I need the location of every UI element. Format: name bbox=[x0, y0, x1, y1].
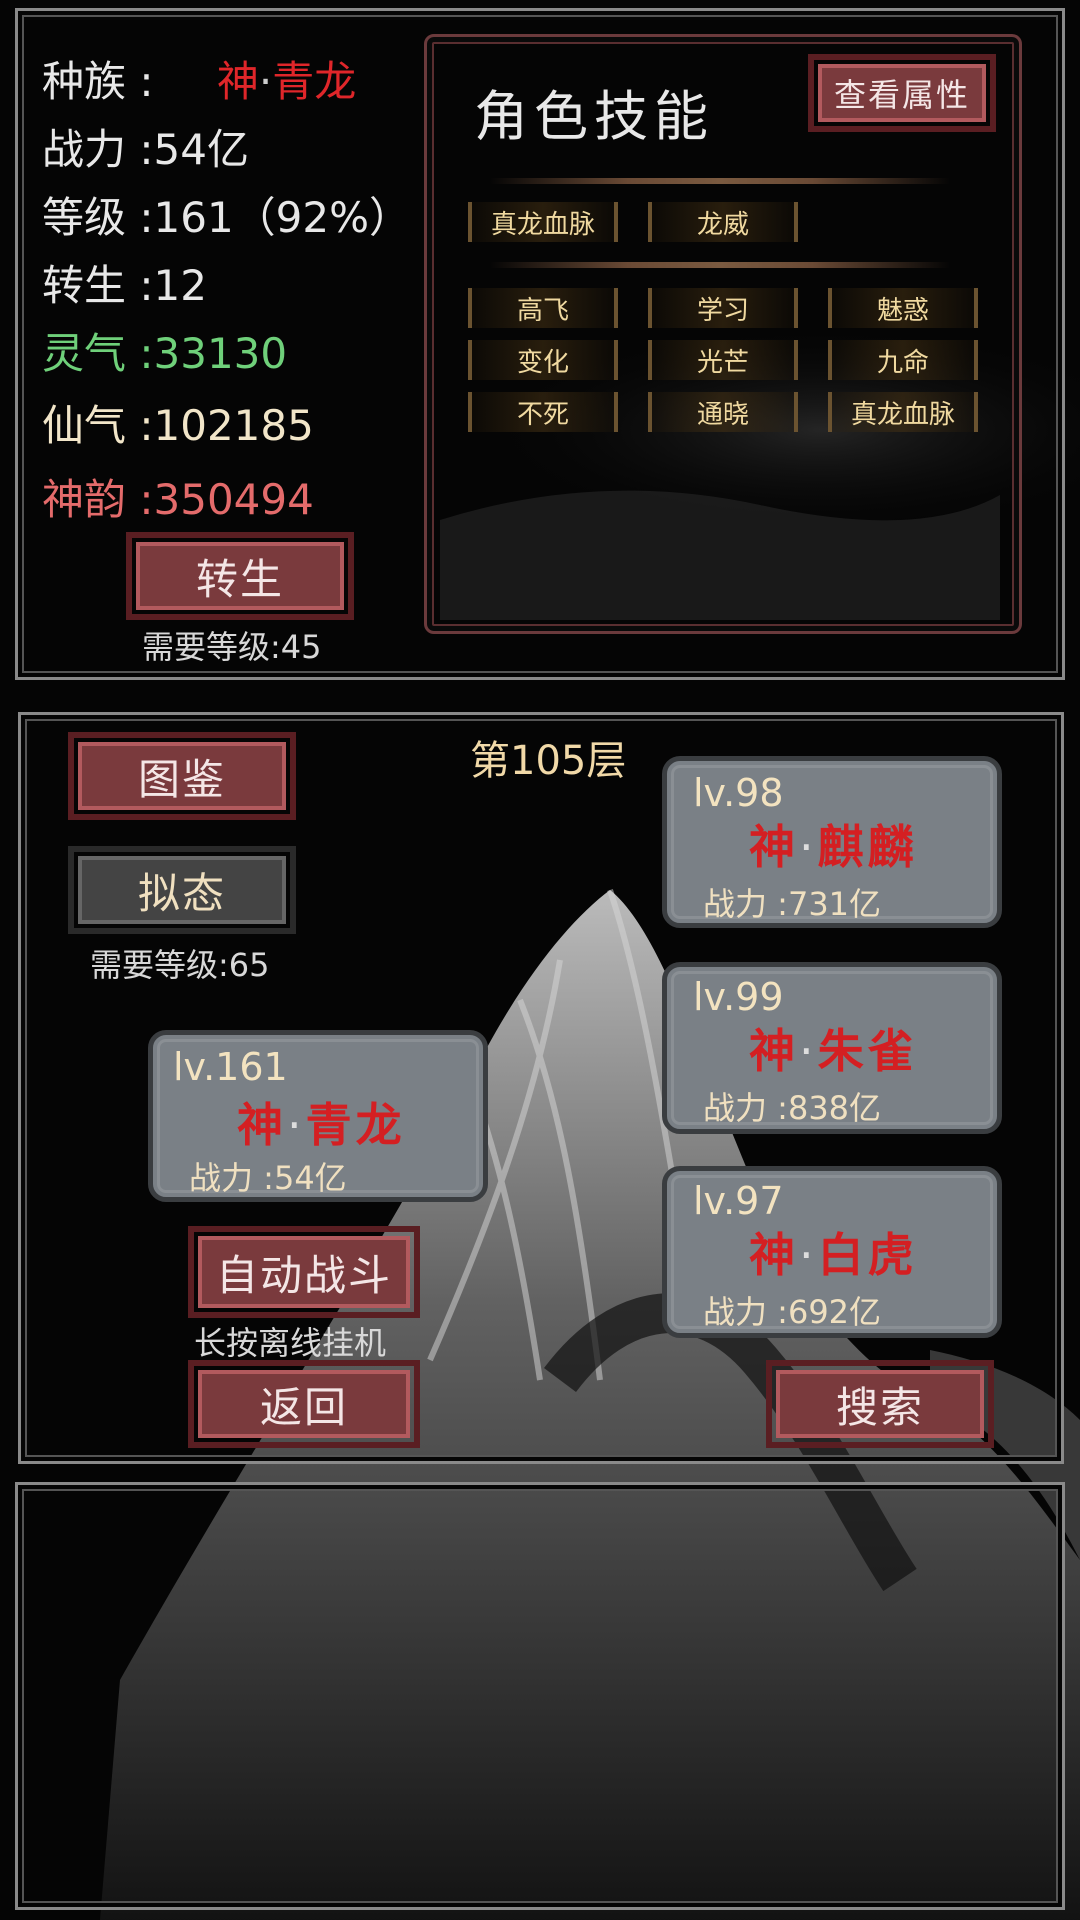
back-button-label: 返回 bbox=[259, 1382, 348, 1432]
search-button-label: 搜索 bbox=[835, 1382, 924, 1432]
enemy-level: lv.97 bbox=[693, 1179, 784, 1223]
skill-label: 高飞 bbox=[516, 295, 569, 326]
mimic-button-label: 拟态 bbox=[137, 868, 226, 918]
player-name-text: 青龙 bbox=[305, 1098, 406, 1152]
shenyun-value: 350494 bbox=[153, 475, 314, 524]
skill-label: 魅惑 bbox=[876, 295, 929, 326]
lingqi-label: 灵气 : bbox=[42, 329, 154, 378]
player-name: 神·青龙 bbox=[237, 1089, 406, 1155]
xianqi-value: 102185 bbox=[153, 401, 314, 450]
xianqi-row: 仙气 :102185 bbox=[42, 392, 314, 453]
race-name: 青龙 bbox=[272, 57, 357, 106]
level-value: 161（92%） bbox=[153, 193, 412, 242]
skills-divider-mid bbox=[490, 262, 950, 268]
enemy-name-dot: · bbox=[799, 820, 818, 874]
level-label: 等级 : bbox=[42, 193, 154, 242]
rebirth-value: 12 bbox=[153, 261, 207, 310]
race-row: 种族 : 神·青龙 bbox=[42, 48, 356, 109]
skill-chip[interactable]: 高飞 bbox=[468, 288, 618, 328]
enemy-name: 神·麒麟 bbox=[749, 811, 918, 877]
player-name-dot: · bbox=[287, 1098, 306, 1152]
rebirth-label: 转生 : bbox=[42, 261, 154, 310]
lingqi-value: 33130 bbox=[153, 329, 288, 378]
player-power: 战力 :54亿 bbox=[189, 1159, 347, 1197]
enemy-power: 战力 :838亿 bbox=[703, 1089, 882, 1127]
skills-title: 角色技能 bbox=[474, 85, 714, 148]
power-value: 54亿 bbox=[153, 125, 249, 174]
race-label: 种族 : bbox=[42, 57, 154, 106]
shenyun-row: 神韵 :350494 bbox=[42, 466, 314, 527]
enemy-name-prefix: 神 bbox=[749, 1228, 799, 1282]
rebirth-requirement: 需要等级:45 bbox=[142, 628, 322, 666]
rebirth-button-label: 转生 bbox=[195, 554, 284, 604]
enemy-level: lv.99 bbox=[693, 975, 784, 1019]
skills-divider-top bbox=[490, 178, 950, 184]
skill-label: 学习 bbox=[696, 295, 749, 326]
race-prefix: 神 bbox=[216, 57, 259, 106]
mimic-button[interactable]: 拟态 bbox=[68, 846, 296, 934]
power-row: 战力 :54亿 bbox=[42, 116, 249, 177]
skill-chip[interactable]: 真龙血脉 bbox=[828, 392, 978, 432]
skill-label: 真龙血脉 bbox=[850, 399, 955, 430]
auto-battle-hint: 长按离线挂机 bbox=[194, 1324, 387, 1362]
skill-label: 真龙血脉 bbox=[490, 209, 595, 240]
skill-chip[interactable]: 魅惑 bbox=[828, 288, 978, 328]
skill-label: 变化 bbox=[516, 347, 569, 378]
auto-battle-button[interactable]: 自动战斗 bbox=[188, 1226, 420, 1318]
race-dot: · bbox=[258, 57, 273, 106]
enemy-name: 神·白虎 bbox=[749, 1219, 918, 1285]
catalog-button-label: 图鉴 bbox=[137, 754, 226, 804]
enemy-name-text: 白虎 bbox=[817, 1228, 918, 1282]
view-attributes-label: 查看属性 bbox=[833, 76, 970, 114]
power-label: 战力 : bbox=[42, 125, 154, 174]
skill-label: 不死 bbox=[516, 399, 569, 430]
player-level: lv.161 bbox=[173, 1045, 288, 1089]
enemy-name-dot: · bbox=[799, 1228, 818, 1282]
search-button[interactable]: 搜索 bbox=[766, 1360, 994, 1448]
mimic-requirement: 需要等级:65 bbox=[90, 946, 270, 984]
skill-chip[interactable]: 光芒 bbox=[648, 340, 798, 380]
enemy-power: 战力 :692亿 bbox=[703, 1293, 882, 1331]
player-name-prefix: 神 bbox=[237, 1098, 287, 1152]
skill-chip[interactable]: 变化 bbox=[468, 340, 618, 380]
shenyun-label: 神韵 : bbox=[42, 475, 154, 524]
skill-chip[interactable]: 学习 bbox=[648, 288, 798, 328]
floor-label: 第105层 bbox=[470, 738, 627, 784]
rebirth-button[interactable]: 转生 bbox=[126, 532, 354, 620]
skill-chip[interactable]: 龙威 bbox=[648, 202, 798, 242]
enemy-card[interactable]: lv.97 神·白虎 战力 :692亿 bbox=[662, 1166, 1002, 1338]
rebirth-row: 转生 :12 bbox=[42, 252, 207, 313]
skill-chip[interactable]: 九命 bbox=[828, 340, 978, 380]
xianqi-label: 仙气 : bbox=[42, 401, 154, 450]
skill-label: 通晓 bbox=[696, 399, 749, 430]
enemy-name-text: 麒麟 bbox=[817, 820, 918, 874]
lingqi-row: 灵气 :33130 bbox=[42, 320, 287, 381]
enemy-name-prefix: 神 bbox=[749, 1024, 799, 1078]
back-button[interactable]: 返回 bbox=[188, 1360, 420, 1448]
player-card[interactable]: lv.161 神·青龙 战力 :54亿 bbox=[148, 1030, 488, 1202]
catalog-button[interactable]: 图鉴 bbox=[68, 732, 296, 820]
enemy-level: lv.98 bbox=[693, 771, 784, 815]
level-row: 等级 :161（92%） bbox=[42, 184, 411, 245]
enemy-name-dot: · bbox=[799, 1024, 818, 1078]
view-attributes-button[interactable]: 查看属性 bbox=[808, 54, 996, 132]
auto-battle-label: 自动战斗 bbox=[215, 1250, 392, 1300]
enemy-name-text: 朱雀 bbox=[817, 1024, 918, 1078]
enemy-card[interactable]: lv.98 神·麒麟 战力 :731亿 bbox=[662, 756, 1002, 928]
skill-label: 光芒 bbox=[696, 347, 749, 378]
enemy-card[interactable]: lv.99 神·朱雀 战力 :838亿 bbox=[662, 962, 1002, 1134]
skill-chip[interactable]: 通晓 bbox=[648, 392, 798, 432]
enemy-name-prefix: 神 bbox=[749, 820, 799, 874]
enemy-power: 战力 :731亿 bbox=[703, 885, 882, 923]
skill-chip[interactable]: 真龙血脉 bbox=[468, 202, 618, 242]
enemy-name: 神·朱雀 bbox=[749, 1015, 918, 1081]
log-panel bbox=[15, 1482, 1065, 1910]
skill-label: 龙威 bbox=[696, 209, 749, 240]
skill-chip[interactable]: 不死 bbox=[468, 392, 618, 432]
skill-label: 九命 bbox=[876, 347, 929, 378]
